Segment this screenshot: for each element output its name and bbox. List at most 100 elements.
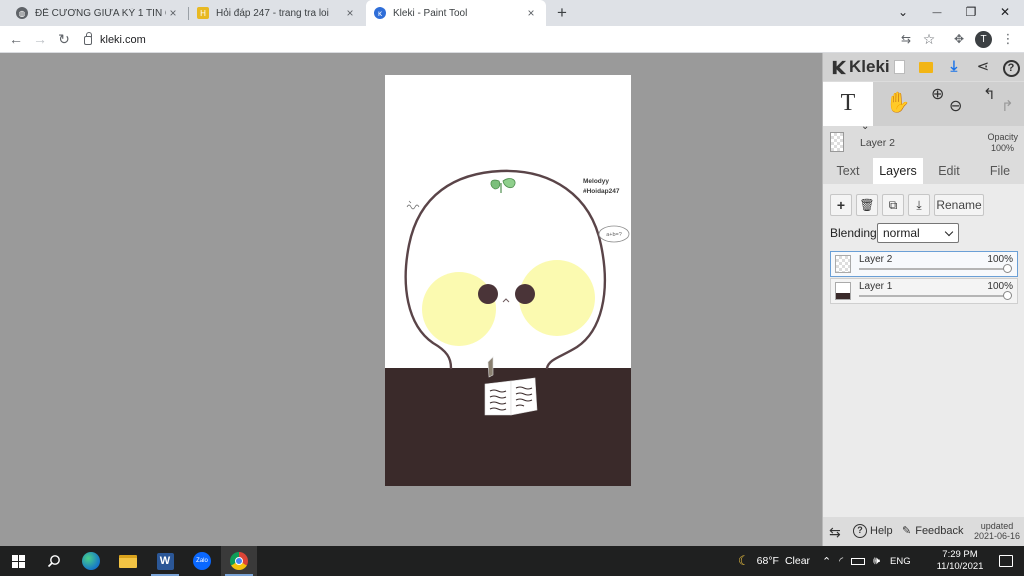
close-window-button[interactable]: ✕ [988, 0, 1022, 26]
battery-icon[interactable] [851, 557, 866, 565]
opacity-value: 100% [990, 143, 1014, 153]
taskbar-zalo[interactable]: Zalo [184, 546, 220, 576]
language-indicator[interactable]: ENG [890, 556, 911, 567]
book-right-page [510, 377, 538, 416]
close-tab-icon[interactable]: × [343, 6, 357, 20]
reload-icon[interactable]: ↻ [55, 30, 73, 48]
taskbar-word[interactable]: W [147, 546, 183, 576]
close-tab-icon[interactable]: × [166, 6, 180, 20]
browser-tab-strip: ◍ ĐỀ CƯƠNG GIỮA KỲ 1 TIN 6 NĂ × H Hỏi đá… [0, 0, 1024, 26]
swap-side-button[interactable]: ⇆ [829, 524, 841, 541]
browser-tab-kleki[interactable]: ᴋ Kleki - Paint Tool × [366, 0, 546, 26]
undo-redo-buttons[interactable]: ↰ ↱ [975, 82, 1024, 126]
layer-name: Layer 1 [859, 281, 893, 292]
folder-icon [119, 554, 137, 568]
forward-arrow-icon[interactable]: → [31, 30, 49, 48]
weather-desc: Clear [784, 555, 811, 567]
taskbar-edge[interactable] [73, 546, 109, 576]
taskbar-chrome[interactable] [221, 546, 257, 576]
panel-footer: ⇆ ? Help ✎ Feedback updated 2021-06-16 [823, 517, 1024, 546]
undo-icon[interactable]: ↰ [983, 74, 996, 116]
notification-button[interactable] [988, 546, 1024, 576]
add-layer-button[interactable]: + [830, 194, 852, 216]
update-info[interactable]: updated 2021-06-16 [974, 521, 1020, 541]
rename-layer-button[interactable]: Rename [934, 194, 984, 216]
duplicate-icon: ⧉ [888, 198, 898, 212]
close-tab-icon[interactable]: × [524, 6, 538, 20]
zoom-buttons[interactable]: ⊕ ⊖ [925, 82, 975, 126]
text-tool-button[interactable]: T ⌄ [823, 82, 873, 132]
kleki-logo[interactable]: Kleki [830, 56, 890, 78]
opacity-slider-handle[interactable] [1003, 264, 1012, 273]
profile-avatar[interactable]: T [975, 31, 992, 48]
layer-opacity-slider[interactable] [859, 268, 1009, 270]
chevron-up-icon[interactable]: ⌃ [822, 555, 831, 568]
layer-item-layer-1[interactable]: Layer 1 100% [830, 278, 1018, 304]
url-text: kleki.com [100, 33, 146, 46]
clock-date: 11/10/2021 [936, 561, 984, 572]
updated-date: 2021-06-16 [973, 531, 1020, 541]
bookmark-star-icon[interactable]: ☆ [921, 31, 937, 47]
layers-panel: + 🗑 ⧉ ⤓ Rename Blending normal Layer 2 1… [823, 184, 1024, 546]
edge-icon [82, 552, 100, 570]
zoom-in-icon[interactable]: ⊕ [931, 74, 944, 116]
hand-tool-button[interactable]: ✋ [873, 82, 923, 126]
taskbar-file-explorer[interactable] [110, 546, 146, 576]
current-layer-info: Layer 2 Opacity 100% [823, 126, 1024, 158]
weather-temp: 68°F [756, 555, 779, 567]
zoom-out-icon[interactable]: ⊖ [949, 86, 962, 128]
moon-icon: ☾ [738, 553, 750, 568]
help-button[interactable]: ? Help [853, 524, 893, 538]
extensions-puzzle-icon[interactable]: ✥ [951, 31, 967, 47]
new-tab-button[interactable]: + [552, 3, 572, 23]
volume-icon[interactable]: 🕪 [873, 555, 880, 568]
layer-thumbnail [835, 282, 851, 300]
menu-kebab-icon[interactable]: ⋮ [1000, 31, 1016, 47]
book-left-page [484, 380, 512, 416]
browser-tab-hoidap[interactable]: H Hỏi đáp 247 - trang tra loi × [189, 0, 365, 26]
tab-text[interactable]: Text [823, 158, 873, 184]
feedback-button[interactable]: ✎ Feedback [902, 524, 964, 538]
duplicate-layer-button[interactable]: ⧉ [882, 194, 904, 216]
search-icon [47, 555, 60, 568]
blending-label: Blending [830, 226, 877, 240]
network-icon[interactable]: ◜ [839, 556, 843, 567]
restore-button[interactable]: ❐ [954, 0, 988, 26]
new-file-icon[interactable] [889, 57, 909, 77]
layer-name: Layer 2 [859, 254, 893, 265]
blending-select[interactable]: normal [877, 223, 959, 243]
delete-layer-button[interactable]: 🗑 [856, 194, 878, 216]
tab-file[interactable]: File [975, 158, 1024, 184]
tab-title: ĐỀ CƯƠNG GIỮA KỲ 1 TIN 6 NĂ [35, 7, 166, 19]
current-layer-thumbnail [830, 132, 844, 152]
drawing-canvas[interactable]: Melodyy #Hoidap247 a+b=? [385, 75, 631, 486]
start-button[interactable] [0, 546, 36, 576]
text-tool-icon: T [840, 90, 856, 116]
kleki-logo-icon: ᴋ [374, 7, 386, 19]
opacity-slider-handle[interactable] [1003, 291, 1012, 300]
doodle-mark [406, 200, 420, 210]
tab-layers[interactable]: Layers [873, 158, 923, 184]
feedback-label: Feedback [915, 524, 964, 537]
tab-search-button[interactable]: ⌄ [886, 0, 920, 26]
translate-icon[interactable]: ⇆ [898, 31, 914, 47]
browser-tab-de-cuong[interactable]: ◍ ĐỀ CƯƠNG GIỮA KỲ 1 TIN 6 NĂ × [8, 0, 188, 26]
download-icon[interactable]: ⤓ [944, 57, 964, 77]
system-clock[interactable]: 7:29 PM 11/10/2021 [934, 549, 986, 573]
search-button[interactable] [36, 546, 72, 576]
layer-item-layer-2[interactable]: Layer 2 100% [830, 251, 1018, 277]
opacity-label: Opacity [987, 132, 1018, 142]
canvas-workspace[interactable]: Melodyy #Hoidap247 a+b=? [0, 53, 822, 546]
tab-edit[interactable]: Edit [924, 158, 974, 184]
redo-icon[interactable]: ↱ [1001, 86, 1014, 128]
merge-down-button[interactable]: ⤓ [908, 194, 930, 216]
tool-row: T ⌄ ✋ ⊕ ⊖ ↰ ↱ [823, 82, 1024, 132]
help-icon[interactable]: ? [1001, 57, 1021, 77]
trash-icon: 🗑 [859, 198, 875, 212]
windows-taskbar: W Zalo ☾ 68°F Clear ⌃ ◜ 🕪 ENG 7:29 PM 11… [0, 546, 1024, 576]
minimize-button[interactable]: — [920, 0, 954, 26]
layer-opacity-slider[interactable] [859, 295, 1009, 297]
address-bar[interactable]: kleki.com [84, 29, 964, 50]
back-arrow-icon[interactable]: ← [7, 30, 25, 48]
weather-widget[interactable]: ☾ 68°F Clear [738, 546, 810, 576]
